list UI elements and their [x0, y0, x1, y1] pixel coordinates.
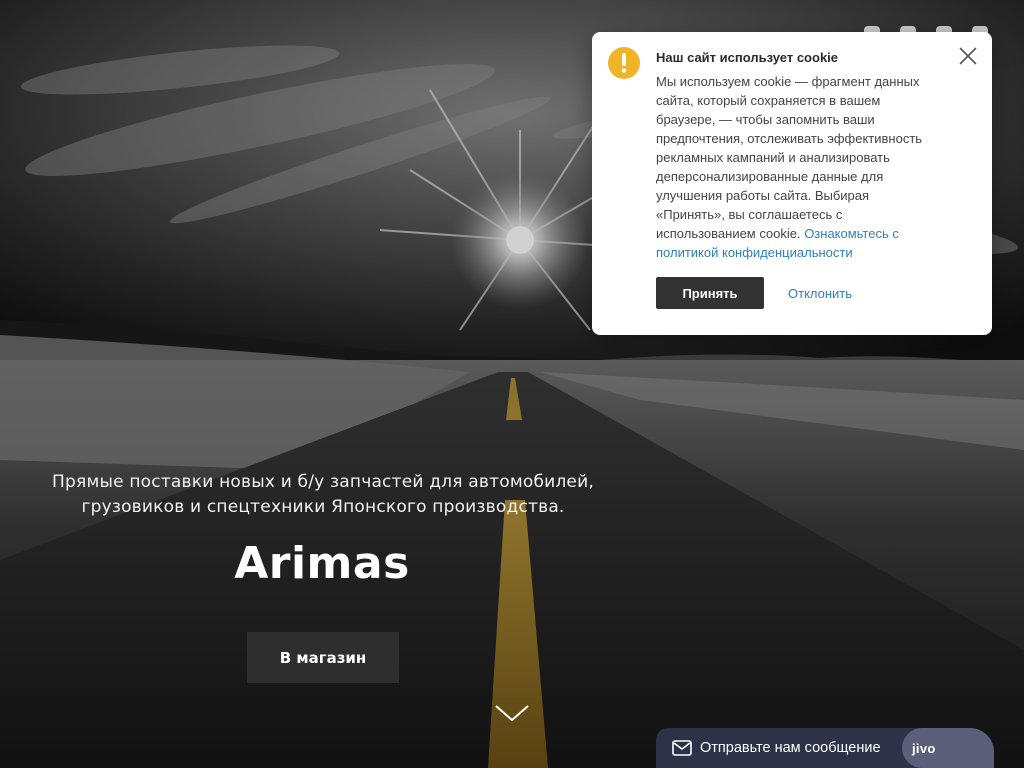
exclamation-icon: [608, 47, 640, 79]
mail-icon: [672, 740, 692, 756]
chat-message: Отправьте нам сообщение: [700, 740, 881, 756]
jivo-logo: jivo: [902, 728, 994, 768]
cookie-title: Наш сайт использует cookie: [656, 50, 839, 65]
hero-tagline: Прямые поставки новых и б/у запчастей дл…: [30, 470, 616, 520]
accept-button[interactable]: Принять: [656, 277, 764, 309]
cookie-description: Мы используем cookie — фрагмент данных с…: [656, 74, 923, 241]
close-icon[interactable]: [958, 46, 978, 66]
cookie-popup: Наш сайт использует cookie Мы используем…: [592, 32, 992, 335]
cookie-text: Мы используем cookie — фрагмент данных с…: [656, 72, 936, 262]
brand-title: Arimas: [234, 538, 410, 589]
chat-widget[interactable]: Отправьте нам сообщение jivo: [656, 728, 994, 768]
chevron-down-icon[interactable]: [494, 702, 530, 724]
tagline-line-1: Прямые поставки новых и б/у запчастей дл…: [52, 472, 594, 492]
tagline-line-2: грузовиков и спецтехники Японского произ…: [81, 497, 565, 517]
decline-button[interactable]: Отклонить: [788, 286, 852, 301]
shop-button[interactable]: В магазин: [247, 632, 399, 683]
